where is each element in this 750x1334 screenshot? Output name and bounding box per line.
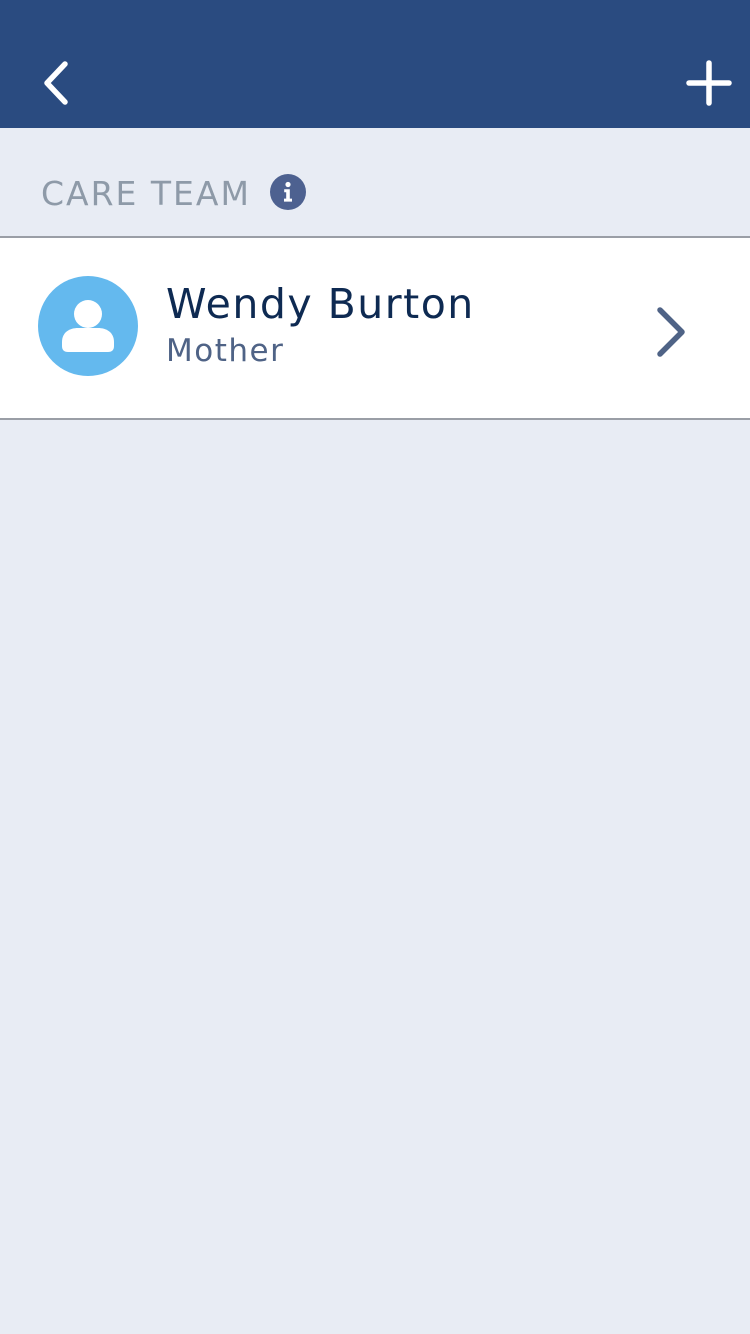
member-name: Wendy Burton (166, 280, 475, 328)
care-team-list: Wendy Burton Mother (0, 236, 750, 420)
avatar (38, 276, 138, 376)
member-role: Mother (166, 333, 285, 369)
back-button[interactable] (30, 52, 82, 114)
add-member-button[interactable] (676, 50, 742, 116)
info-icon[interactable] (270, 174, 306, 210)
chevron-left-icon (44, 61, 68, 105)
navigation-bar (0, 0, 750, 128)
section-title: CARE TEAM (41, 174, 251, 213)
person-icon (62, 300, 114, 352)
chevron-right-icon (650, 302, 694, 362)
care-team-member-row[interactable]: Wendy Burton Mother (0, 238, 750, 418)
plus-icon (686, 60, 732, 106)
